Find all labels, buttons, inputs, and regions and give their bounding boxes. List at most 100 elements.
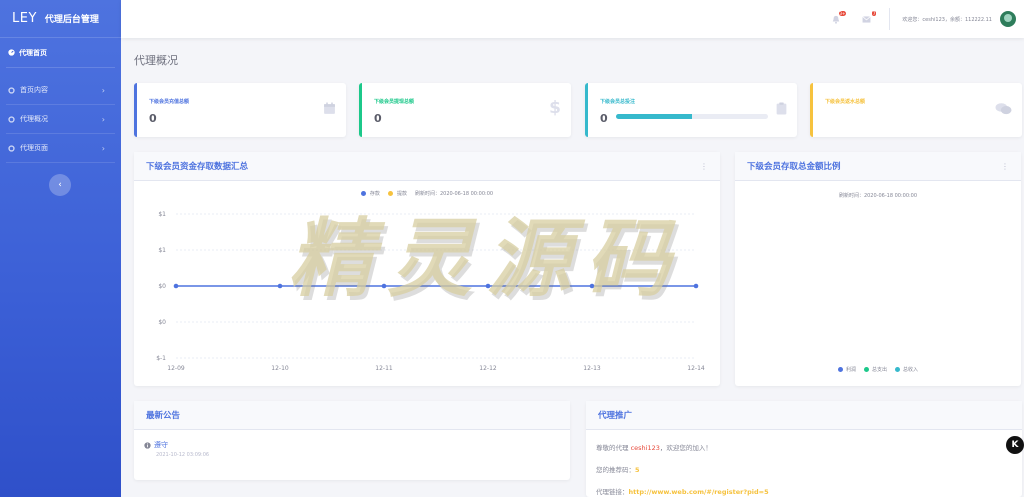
legend-dot [895, 367, 900, 372]
alerts-badge: 3+ [838, 11, 847, 16]
welcome-text[interactable]: 欢迎您：ceshi123，余额：112222.11 [902, 16, 992, 23]
card-header: 下级会员存取总金额比例 ⋮ [735, 152, 1021, 181]
greeting-suffix: ，欢迎您的加入！ [659, 444, 712, 452]
data-point [693, 283, 699, 289]
stat-card-recharge: 下级会员充值总额 0 [134, 83, 346, 137]
referral-code[interactable]: 5 [635, 466, 640, 474]
data-point [173, 283, 179, 289]
gear-icon [8, 86, 15, 94]
alerts-button[interactable]: 3+ [829, 11, 847, 25]
sidebar-item-label: 代理概况 [20, 115, 48, 123]
stat-label: 下级会员返水总额 [825, 99, 866, 105]
notice-item[interactable]: 遵守 [144, 440, 560, 450]
stat-label: 下级会员提现总额 [374, 99, 415, 105]
legend-label: 总收入 [903, 367, 919, 373]
notice-card: 最新公告 遵守 2021-10-12 03:09:06 [134, 401, 570, 480]
legend-label: 总支出 [871, 367, 887, 373]
clipboard-icon [776, 102, 787, 119]
promo-card: 代理推广 尊敬的代理 ceshi123，欢迎您的加入！ 您的推荐码：5 代理链接… [586, 401, 1022, 497]
x-tick-label: 12-13 [583, 365, 601, 372]
card-header: 代理推广 [586, 401, 1022, 430]
promo-body: 尊敬的代理 ceshi123，欢迎您的加入！ 您的推荐码：5 代理链接：http… [586, 430, 1022, 497]
promo-code-row: 您的推荐码：5 [596, 464, 1012, 474]
sidebar-item-label: 代理页面 [20, 144, 48, 152]
gear-icon [8, 115, 15, 123]
chevron-right-icon: › [101, 114, 105, 124]
floating-help-button[interactable]: K [1006, 436, 1024, 454]
messages-button[interactable]: 7 [859, 11, 877, 25]
ratio-chart-card: 下级会员存取总金额比例 ⋮ 刷新时间：2020-06-18 00:00:00 利… [735, 152, 1021, 386]
greeting-prefix: 尊敬的代理 [596, 444, 631, 452]
x-tick-label: 12-14 [687, 365, 705, 372]
sidebar-item-home-label: 代理首页 [19, 48, 47, 57]
bets-progress-bar [616, 114, 768, 119]
data-point [277, 283, 283, 289]
card-title: 最新公告 [146, 411, 181, 421]
sidebar-item-agent-overview[interactable]: 代理概况 › [6, 105, 115, 134]
sidebar-item-home-content[interactable]: 首页内容 › [6, 76, 115, 105]
data-point [485, 283, 491, 289]
topbar-divider [889, 8, 891, 30]
stat-value: 0 [149, 112, 157, 125]
card-header: 下级会员资金存取数据汇总 ⋮ [134, 152, 720, 181]
y-tick-label: $0 [158, 283, 166, 290]
page-title: 代理概况 [134, 54, 178, 67]
progress-fill [616, 114, 692, 119]
card-title: 下级会员资金存取数据汇总 [146, 162, 249, 172]
promo-link-row: 代理链接：http://www.web.com/#/register?pid=5 [596, 486, 1012, 496]
x-tick-label: 12-09 [167, 365, 185, 372]
agent-name: ceshi123 [630, 444, 660, 452]
notice-list: 遵守 2021-10-12 03:09:06 [134, 430, 570, 468]
card-header: 最新公告 [134, 401, 570, 430]
legend-label: 利润 [845, 367, 856, 373]
x-tick-label: 12-11 [375, 365, 393, 372]
funds-chart-card: 下级会员资金存取数据汇总 ⋮ 存款 提款 刷新时间：2020-06-18 00:… [134, 152, 720, 386]
y-tick-label: $1 [158, 211, 166, 218]
messages-badge: 7 [871, 11, 877, 16]
brand-name: 代理后台管理 [44, 15, 99, 25]
refresh-time: 刷新时间：2020-06-18 00:00:00 [838, 193, 918, 199]
data-point [589, 283, 595, 289]
link-label: 代理链接： [596, 488, 629, 496]
dollar-icon: $ [549, 98, 561, 118]
sidebar-item-label: 首页内容 [20, 86, 48, 94]
stat-label: 下级会员充值总额 [149, 99, 190, 105]
y-tick-label: $-1 [156, 355, 166, 362]
info-icon [144, 441, 151, 449]
chevron-right-icon: › [101, 85, 105, 95]
stat-label: 下级会员总投注 [600, 99, 636, 105]
avatar[interactable] [1000, 11, 1016, 27]
pie-legend: 利润 总支出 总收入 [735, 366, 1021, 373]
code-label: 您的推荐码： [596, 466, 635, 474]
dashboard-icon [8, 49, 15, 56]
legend-dot [863, 367, 869, 372]
card-title: 下级会员存取总金额比例 [747, 162, 841, 172]
chevron-left-icon: ‹ [58, 180, 62, 190]
x-tick-label: 12-12 [479, 365, 497, 372]
sidebar-item-home[interactable]: 代理首页 [6, 38, 115, 68]
data-point [381, 283, 387, 289]
more-options-icon[interactable]: ⋮ [1001, 162, 1009, 171]
stat-card-withdraw: 下级会员提现总额 0 $ [359, 83, 571, 137]
legend-dot [837, 367, 843, 372]
brand[interactable]: LEY 代理后台管理 [0, 0, 121, 38]
line-chart: $1 $1 $0 $0 $-112-09 12-10 12-11 12-12 12-13 12-1… [156, 211, 705, 372]
sidebar: LEY 代理后台管理 代理首页 首页内容 › 代理概况 › 代理页面 › ‹ [0, 0, 121, 497]
topbar: 3+ 7 欢迎您：ceshi123，余额：112222.11 [121, 0, 1024, 38]
y-tick-label: $1 [158, 247, 166, 254]
referral-link[interactable]: http://www.web.com/#/register?pid=5 [629, 488, 769, 496]
more-options-icon[interactable]: ⋮ [700, 162, 708, 171]
notice-title: 遵守 [154, 441, 168, 449]
envelope-icon [862, 15, 871, 23]
notice-date: 2021-10-12 03:09:06 [156, 452, 210, 458]
sidebar-item-agent-pages[interactable]: 代理页面 › [6, 134, 115, 163]
card-title: 代理推广 [598, 411, 633, 421]
y-tick-label: $0 [158, 319, 166, 326]
calendar-icon [323, 102, 336, 119]
stat-card-bets: 下级会员总投注 0 [585, 83, 797, 137]
brand-logo: LEY [12, 11, 37, 26]
sidebar-toggle-button[interactable]: ‹ [49, 174, 71, 196]
stat-value: 0 [374, 112, 382, 125]
gear-icon [8, 144, 15, 152]
chevron-right-icon: › [101, 143, 105, 153]
